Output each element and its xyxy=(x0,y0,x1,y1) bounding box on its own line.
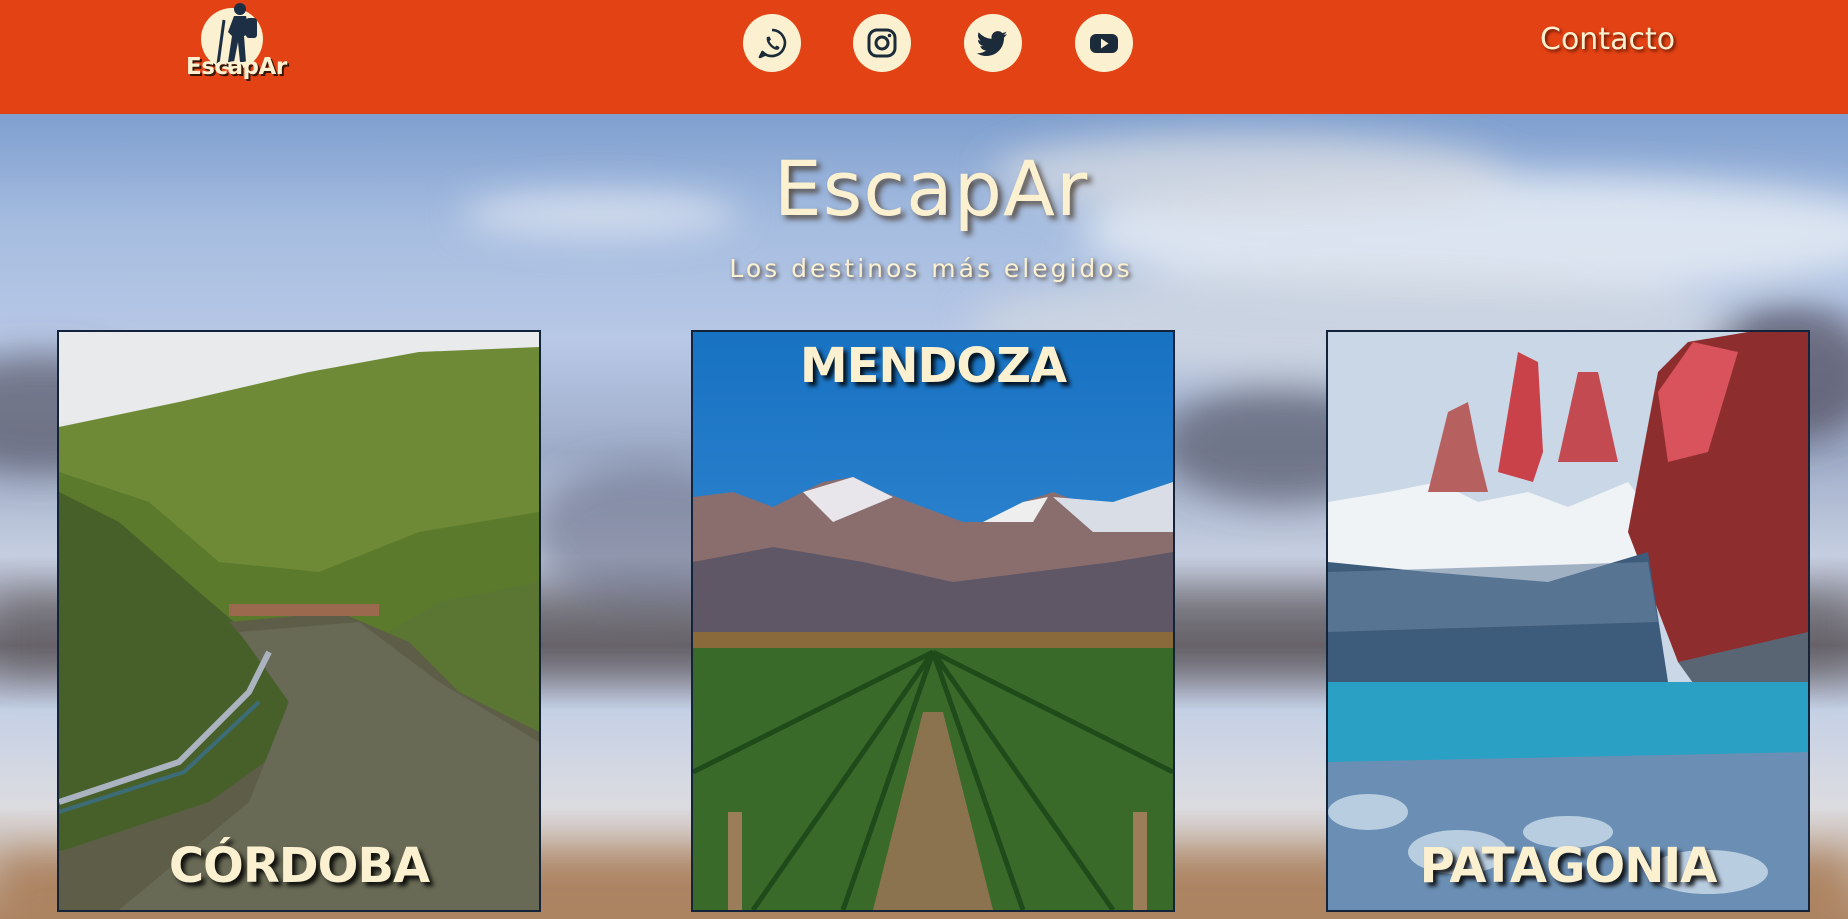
card-label-cordoba: CÓRDOBA xyxy=(168,838,430,894)
logo[interactable]: EscapAr xyxy=(182,2,292,82)
cordoba-photo xyxy=(59,332,539,910)
mendoza-photo xyxy=(693,332,1173,910)
twitter-icon xyxy=(976,31,1007,56)
card-label-mendoza: MENDOZA xyxy=(799,338,1067,394)
destination-card-cordoba[interactable]: CÓRDOBA xyxy=(57,330,541,912)
youtube-icon xyxy=(1090,34,1118,53)
top-navbar: EscapAr Contacto xyxy=(0,0,1848,114)
whatsapp-button[interactable] xyxy=(743,14,801,72)
destination-card-mendoza[interactable]: MENDOZA xyxy=(691,330,1175,912)
destination-card-patagonia[interactable]: PATAGONIA xyxy=(1326,330,1810,912)
contact-link[interactable]: Contacto xyxy=(1540,22,1675,57)
instagram-button[interactable] xyxy=(853,14,911,72)
instagram-icon xyxy=(867,28,897,58)
twitter-button[interactable] xyxy=(964,14,1022,72)
hero-title: EscapAr xyxy=(773,144,1089,233)
card-label-patagonia: PATAGONIA xyxy=(1419,838,1718,894)
patagonia-photo xyxy=(1328,332,1808,910)
hero-subtitle: Los destinos más elegidos xyxy=(729,254,1133,283)
whatsapp-icon xyxy=(758,28,787,59)
youtube-button[interactable] xyxy=(1075,14,1133,72)
logo-text: EscapAr xyxy=(186,54,287,80)
